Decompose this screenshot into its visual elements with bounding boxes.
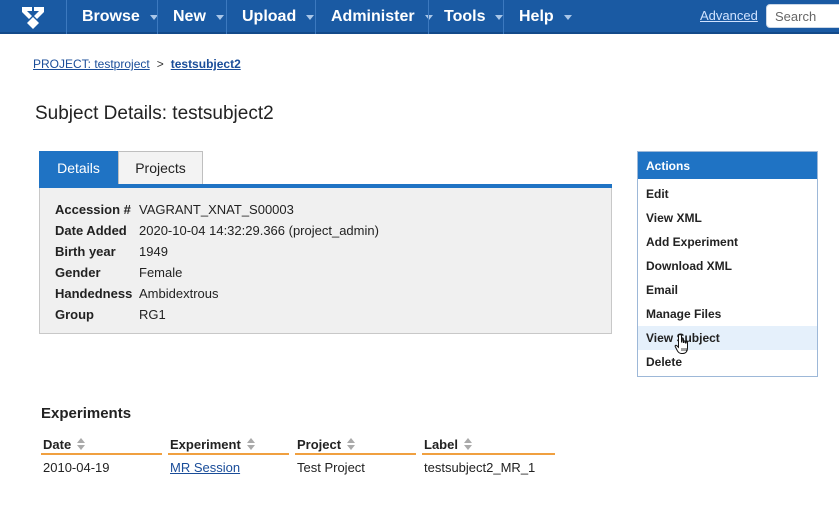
action-add-experiment[interactable]: Add Experiment [638,230,817,254]
column-header-label: Experiment [170,436,241,452]
column-header-label: Date [43,436,72,452]
actions-list: Edit View XML Add Experiment Download XM… [638,179,817,374]
subject-details-panel: Accession # VAGRANT_XNAT_S00003 Date Add… [39,188,612,334]
breadcrumb-separator: > [156,57,164,71]
detail-label: Birth year [55,244,116,259]
sort-icon [246,438,256,450]
cell-label: testsubject2_MR_1 [424,460,536,475]
action-delete[interactable]: Delete [638,350,817,374]
action-view-subject[interactable]: View Subject [638,326,817,350]
breadcrumb-current-link[interactable]: testsubject2 [171,57,241,71]
action-manage-files[interactable]: Manage Files [638,302,817,326]
chevron-down-icon [306,14,315,20]
actions-header: Actions [638,152,817,179]
column-header-label[interactable]: Label [422,435,555,455]
experiment-link[interactable]: MR Session [170,460,240,475]
experiments-heading: Experiments [41,405,132,422]
tab-projects[interactable]: Projects [118,151,203,184]
detail-value: 1949 [139,244,168,259]
detail-label: Handedness [55,286,133,301]
nav-administer[interactable]: Administer [315,0,433,34]
hand-pointer-cursor-icon [674,333,688,354]
detail-label: Gender [55,265,101,280]
detail-row-date-added: Date Added 2020-10-04 14:32:29.366 (proj… [55,223,379,238]
nav-tools[interactable]: Tools [428,0,505,34]
detail-label: Group [55,307,94,322]
action-email[interactable]: Email [638,278,817,302]
detail-value: 2020-10-04 14:32:29.366 (project_admin) [139,223,379,238]
nav-upload[interactable]: Upload [226,0,318,34]
detail-row-handedness: Handedness Ambidextrous [55,286,218,301]
column-header-label: Project [297,436,342,452]
nav-new[interactable]: New [157,0,230,34]
detail-row-gender: Gender Female [55,265,182,280]
chevron-down-icon [215,14,224,20]
advanced-search-link[interactable]: Advanced [700,8,758,23]
detail-row-accession: Accession # VAGRANT_XNAT_S00003 [55,202,294,217]
sort-icon [347,438,356,450]
action-edit[interactable]: Edit [638,182,817,206]
column-header-date[interactable]: Date [41,435,162,455]
chevron-down-icon [563,14,572,20]
search-input[interactable] [766,4,839,28]
detail-row-birth-year: Birth year 1949 [55,244,168,259]
top-navigation-bar: Browse New Upload Administer Tools Help … [0,0,839,34]
nav-help[interactable]: Help [503,0,583,34]
detail-value: RG1 [139,307,166,322]
actions-menu: Actions Edit View XML Add Experiment Dow… [637,151,818,377]
column-header-experiment[interactable]: Experiment [168,435,289,455]
cell-project: Test Project [297,460,365,475]
action-download-xml[interactable]: Download XML [638,254,817,278]
action-view-xml[interactable]: View XML [638,206,817,230]
detail-label: Accession # [55,202,131,217]
column-header-project[interactable]: Project [295,435,416,455]
detail-label: Date Added [55,223,127,238]
detail-value: Ambidextrous [139,286,219,301]
column-header-label: Label [424,436,458,452]
detail-row-group: Group RG1 [55,307,166,322]
breadcrumb: PROJECT: testproject > testsubject2 [33,57,241,71]
nav-browse[interactable]: Browse [66,0,160,34]
tab-details[interactable]: Details [39,151,118,184]
sort-icon [463,438,473,450]
detail-value: Female [139,265,183,280]
detail-value: VAGRANT_XNAT_S00003 [139,202,294,217]
xnat-logo-icon[interactable] [0,0,66,34]
cell-date: 2010-04-19 [43,460,110,475]
page-title: Subject Details: testsubject2 [35,103,274,124]
cell-experiment: MR Session [168,460,240,475]
sort-icon [77,438,86,450]
breadcrumb-project-link[interactable]: PROJECT: testproject [33,57,150,71]
